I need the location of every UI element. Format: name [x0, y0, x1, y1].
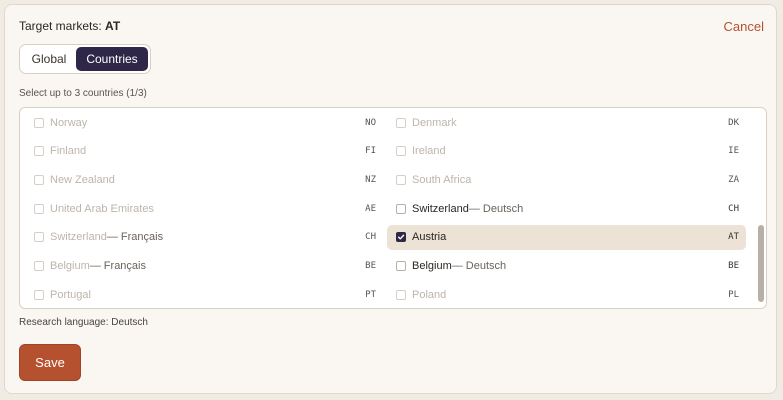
country-name: Austria [412, 231, 447, 244]
country-name: Finland [50, 145, 87, 158]
country-language-variant: — Deutsch [451, 260, 507, 272]
country-language-variant: — Français [89, 260, 146, 272]
country-name: Portugal [50, 288, 91, 301]
country-name: Poland [412, 288, 447, 301]
country-name: Belgium [50, 260, 90, 272]
country-code: AE [365, 203, 376, 214]
checkbox [34, 289, 44, 300]
country-row: United Arab Emirates AE [25, 196, 383, 221]
checkbox [34, 232, 44, 243]
country-language-variant: — Français [106, 231, 164, 244]
country-row[interactable]: Belgium — Deutsch BE [387, 254, 746, 279]
country-list: Norway NO Finland FI New Zealand NZ United Ara… [19, 107, 767, 309]
country-row: South Africa ZA [387, 167, 746, 192]
country-name: New Zealand [50, 173, 115, 186]
country-name: Belgium [412, 260, 452, 272]
country-code: FI [365, 146, 376, 157]
country-code: NZ [365, 174, 376, 185]
country-name: South Africa [412, 173, 472, 186]
toggle-global[interactable]: Global [22, 47, 76, 71]
country-code: NO [365, 117, 376, 128]
checkbox [34, 203, 44, 214]
target-markets-header: Target markets: AT [19, 19, 120, 33]
cancel-link[interactable]: Cancel [724, 19, 764, 34]
country-row: Portugal PT [25, 282, 383, 307]
checkbox [34, 117, 44, 128]
checkmark-icon [397, 234, 405, 240]
country-row: Ireland IE [387, 139, 746, 164]
scope-toggle: Global Countries [19, 44, 151, 74]
research-language: Research language: Deutsch [19, 317, 148, 328]
checkbox[interactable] [396, 261, 406, 271]
country-row[interactable]: Switzerland — Deutsch CH [387, 196, 746, 221]
checkbox[interactable] [396, 203, 406, 214]
country-language-variant: — Deutsch [468, 202, 524, 215]
checkbox [396, 117, 406, 128]
selection-hint: Select up to 3 countries (1/3) [19, 88, 147, 99]
country-row: New Zealand NZ [25, 167, 383, 192]
country-code: DK [728, 117, 739, 128]
country-name: Switzerland [412, 202, 469, 215]
checkbox [396, 174, 406, 185]
checkbox [34, 174, 44, 185]
country-code: IE [728, 146, 739, 157]
country-row: Norway NO [25, 110, 383, 135]
checkbox [396, 289, 406, 300]
checkbox [34, 261, 44, 271]
checkbox-checked[interactable] [396, 232, 406, 243]
target-markets-label: Target markets: [19, 19, 102, 33]
country-code: CH [728, 203, 739, 214]
country-row: Poland PL [387, 282, 746, 307]
country-code: PL [728, 289, 739, 300]
save-button[interactable]: Save [19, 344, 81, 381]
checkbox [396, 146, 406, 157]
toggle-countries[interactable]: Countries [76, 47, 148, 71]
country-row: Denmark DK [387, 110, 746, 135]
country-code: BE [728, 261, 739, 271]
country-row: Switzerland — Français CH [25, 225, 383, 250]
country-name: Denmark [412, 116, 457, 129]
country-code: ZA [728, 174, 739, 185]
country-row[interactable]: Austria AT [387, 224, 746, 250]
list-scrollbar[interactable] [758, 225, 764, 302]
country-name: United Arab Emirates [50, 202, 154, 215]
country-code: PT [365, 289, 376, 300]
country-code: BE [365, 261, 376, 271]
target-markets-value: AT [105, 19, 121, 33]
country-name: Norway [50, 116, 88, 129]
country-code: CH [365, 232, 376, 243]
country-row: Belgium — Français BE [25, 254, 383, 279]
checkbox [34, 146, 44, 157]
target-markets-panel: Target markets: AT Cancel Global Countri… [4, 4, 777, 394]
country-name: Ireland [412, 145, 446, 158]
country-name: Switzerland [50, 231, 107, 244]
country-code: AT [728, 232, 739, 243]
country-row: Finland FI [25, 139, 383, 164]
